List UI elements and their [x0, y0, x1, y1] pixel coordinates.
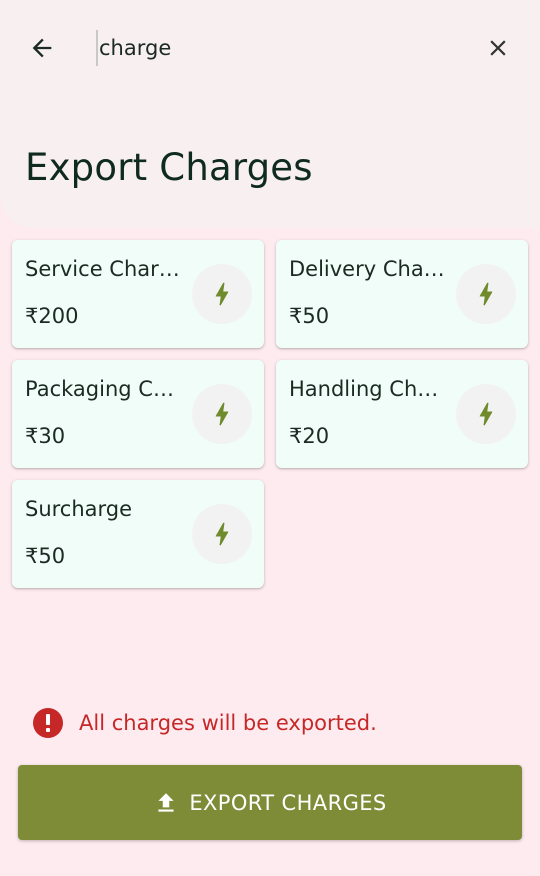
- charge-amount: ₹30: [25, 424, 66, 448]
- charge-amount: ₹20: [289, 424, 330, 448]
- charge-card[interactable]: Handling Ch… ₹20: [276, 360, 528, 468]
- arrow-left-icon: [32, 38, 52, 58]
- bolt-icon: [215, 522, 229, 546]
- charge-amount: ₹50: [289, 304, 330, 328]
- bolt-icon: [479, 282, 493, 306]
- charge-icon-badge: [456, 264, 516, 324]
- export-button-label: EXPORT CHARGES: [189, 790, 387, 815]
- info-icon: [33, 708, 63, 738]
- export-charges-button[interactable]: EXPORT CHARGES: [18, 765, 522, 840]
- charge-card[interactable]: Packaging C… ₹30: [12, 360, 264, 468]
- bolt-icon: [479, 402, 493, 426]
- clear-search-button[interactable]: [478, 28, 518, 68]
- back-button[interactable]: [22, 28, 62, 68]
- charge-name: Handling Ch…: [289, 377, 439, 401]
- upload-icon: [158, 792, 174, 812]
- charge-amount: ₹50: [25, 544, 66, 568]
- charge-icon-badge: [456, 384, 516, 444]
- charge-card[interactable]: Surcharge ₹50: [12, 480, 264, 588]
- close-icon: [490, 40, 506, 56]
- charge-amount: ₹200: [25, 304, 79, 328]
- notice-text: All charges will be exported.: [79, 711, 377, 735]
- charge-name: Surcharge: [25, 497, 133, 521]
- charge-name: Delivery Cha…: [289, 257, 445, 281]
- charge-name: Packaging C…: [25, 377, 174, 401]
- search-header: Export Charges: [0, 0, 540, 228]
- charge-card[interactable]: Delivery Cha… ₹50: [276, 240, 528, 348]
- charge-icon-badge: [192, 264, 252, 324]
- bolt-icon: [215, 402, 229, 426]
- search-input[interactable]: [96, 30, 456, 66]
- charge-icon-badge: [192, 504, 252, 564]
- charge-name: Service Char…: [25, 257, 180, 281]
- page-title: Export Charges: [25, 146, 313, 189]
- charge-icon-badge: [192, 384, 252, 444]
- export-notice: All charges will be exported.: [32, 706, 377, 740]
- charge-card[interactable]: Service Char… ₹200: [12, 240, 264, 348]
- bolt-icon: [215, 282, 229, 306]
